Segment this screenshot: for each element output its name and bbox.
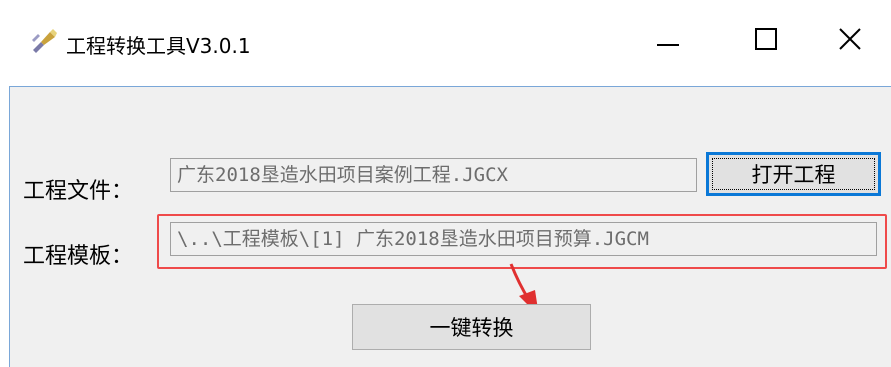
project-file-field[interactable]: 广东2018垦造水田项目案例工程.JGCX [170, 158, 697, 192]
maximize-button[interactable] [736, 18, 796, 64]
convert-button-label: 一键转换 [429, 316, 514, 340]
template-label: 工程模板： [23, 244, 134, 269]
focus-rectangle [712, 158, 875, 190]
maximize-icon [755, 28, 777, 54]
minimize-button[interactable] [638, 18, 698, 64]
convert-button[interactable]: 一键转换 [352, 304, 591, 350]
minimize-icon [657, 32, 679, 51]
window-title: 工程转换工具V3.0.1 [66, 34, 251, 58]
app-window: 工程转换工具V3.0.1 工程文件： 广东2018垦造水田项目案例工程.JGCX… [0, 0, 891, 367]
annotation-highlight-box [157, 214, 887, 269]
project-file-label: 工程文件： [23, 179, 134, 204]
close-icon [839, 28, 861, 54]
app-icon [30, 28, 58, 54]
close-button[interactable] [820, 18, 880, 64]
open-project-button[interactable]: 打开工程 [706, 152, 881, 196]
title-bar[interactable]: 工程转换工具V3.0.1 [0, 0, 891, 86]
